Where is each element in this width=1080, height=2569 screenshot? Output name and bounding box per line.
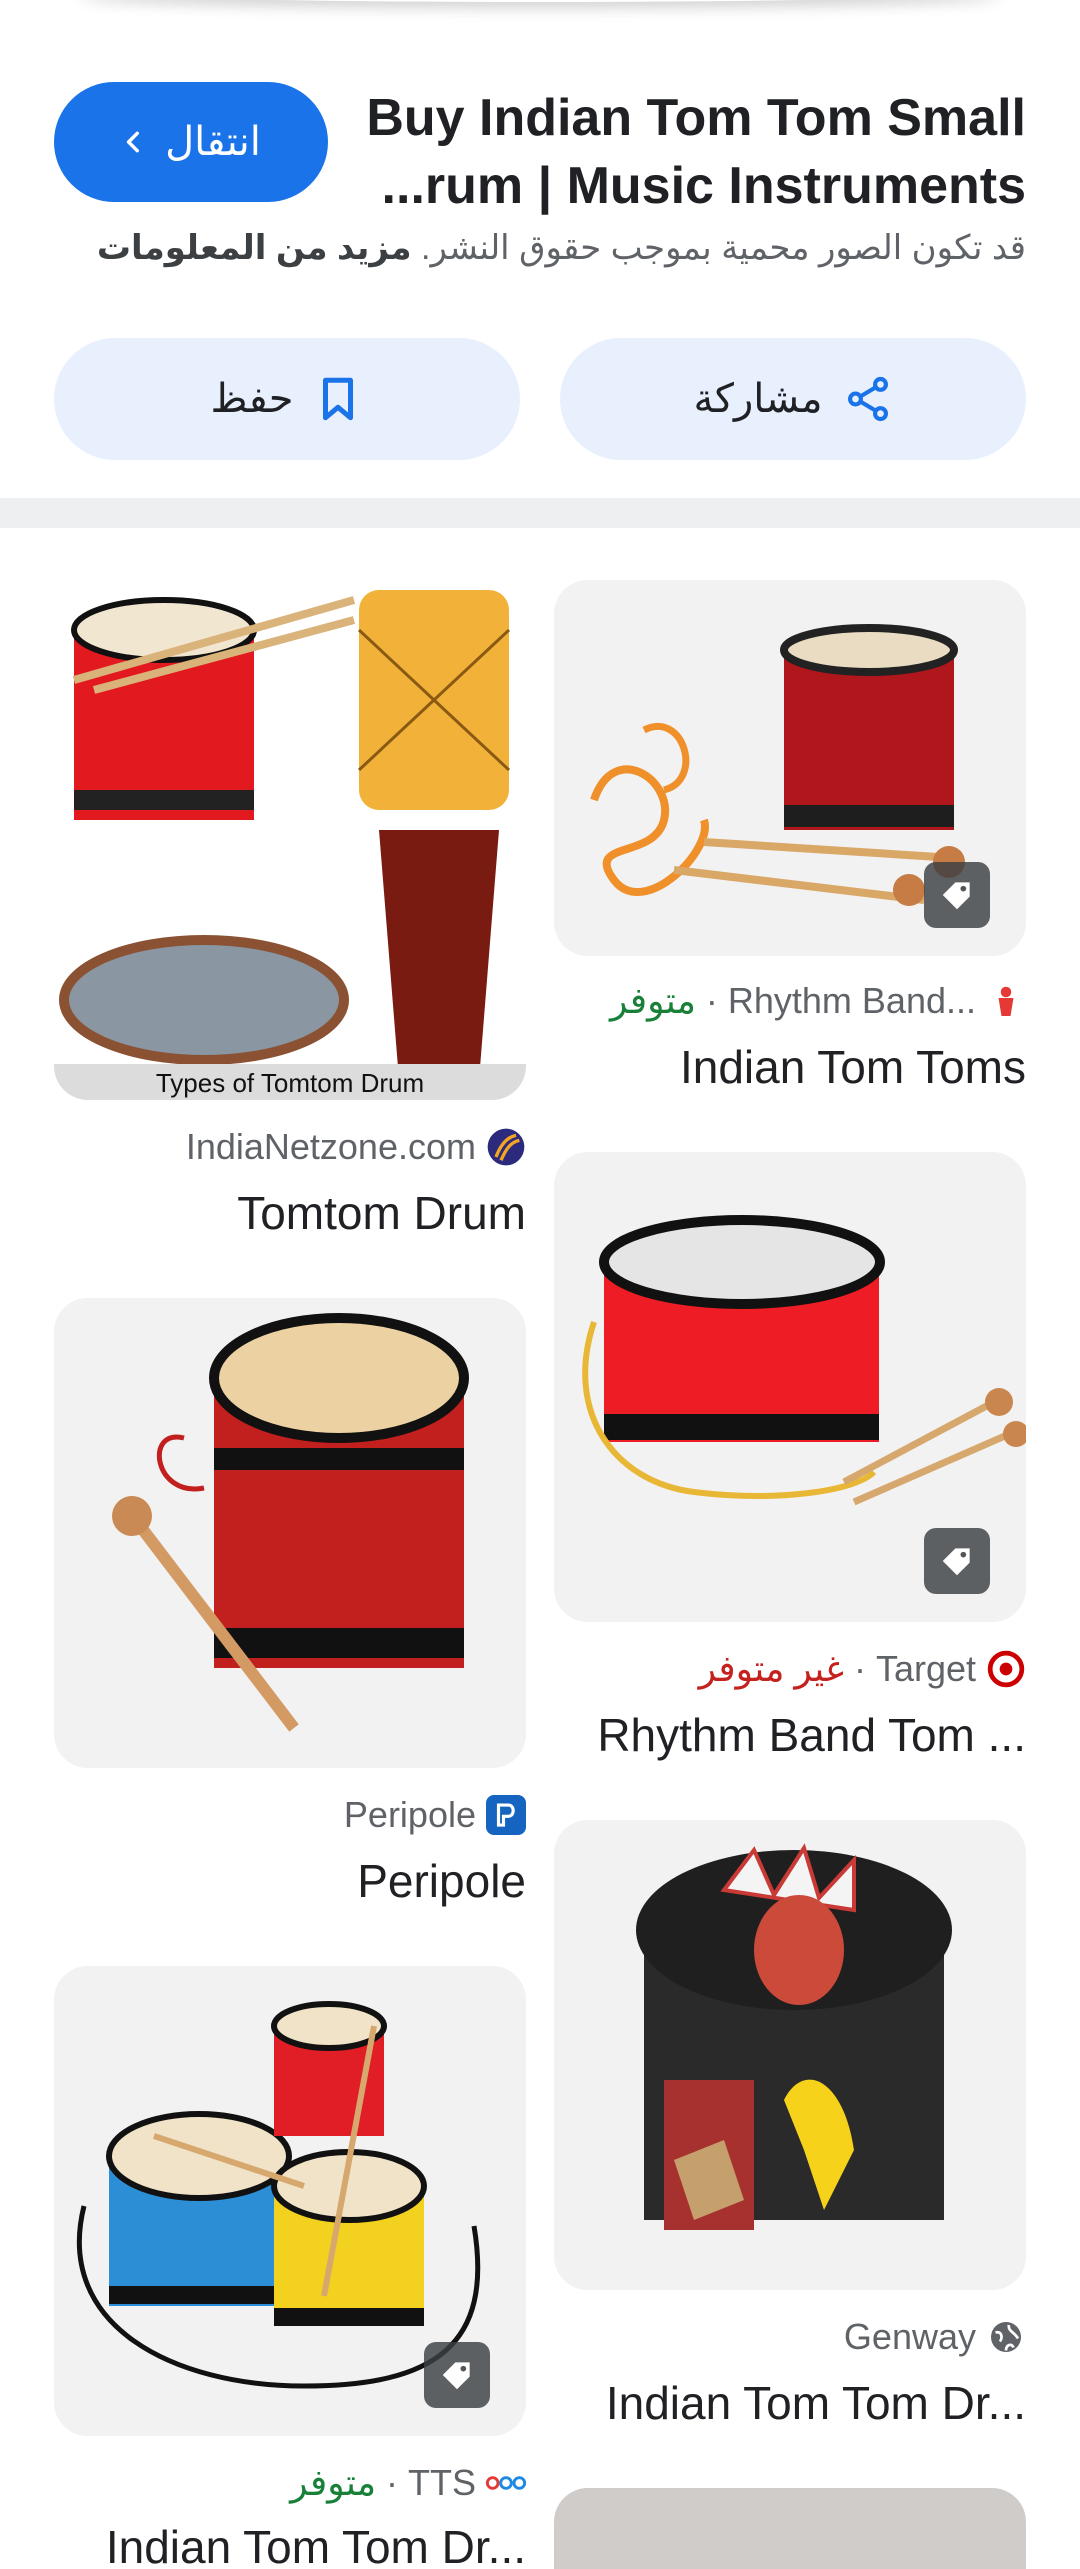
result-title[interactable]: Tomtom Drum	[54, 1186, 526, 1240]
indianetzone-icon	[486, 1127, 526, 1167]
source-name: Peripole	[343, 1794, 476, 1835]
section-divider	[0, 498, 1080, 528]
availability-text: متوفر	[290, 2462, 376, 2503]
separator-dot: ·	[853, 1648, 866, 1689]
result-source[interactable]: Peripole	[54, 1794, 526, 1836]
result-source[interactable]: IndiaNetzone.com	[54, 1126, 526, 1168]
price-tag-badge	[924, 862, 990, 928]
image-caption: Types of Tomtom Drum	[156, 1068, 424, 1098]
result-title[interactable]: Peripole	[54, 1854, 526, 1908]
result-source[interactable]: غير متوفر · Target	[554, 1648, 1026, 1690]
globe-icon	[986, 2317, 1026, 2357]
copyright-text: قد تكون الصور محمية بموجب حقوق النشر.	[421, 229, 1026, 267]
chevron-left-icon	[126, 131, 140, 153]
price-tag-icon	[942, 1548, 970, 1576]
result-image-tts[interactable]	[54, 1966, 526, 2436]
bookmark-icon	[323, 377, 354, 421]
share-icon	[847, 376, 888, 422]
result-title[interactable]: Indian Tom Toms	[554, 1040, 1026, 1094]
source-name: Target	[875, 1648, 976, 1689]
peripole-icon	[486, 1795, 526, 1835]
result-image-peripole[interactable]	[54, 1298, 526, 1768]
price-tag-badge	[424, 2342, 490, 2408]
tomtom-collage-image: Types of Tomtom Drum	[54, 580, 526, 1100]
page-title-line2: ...rum | Music Instruments	[381, 157, 1026, 215]
result-image-genway[interactable]	[554, 1820, 1026, 2290]
target-icon	[986, 1649, 1026, 1689]
result-title[interactable]: Indian Tom Tom Dr...	[554, 2376, 1026, 2430]
share-label: مشاركة	[693, 377, 823, 421]
copyright-notice: قد تكون الصور محمية بموجب حقوق النشر. مز…	[66, 228, 1026, 268]
separator-dot: ·	[386, 2462, 398, 2503]
rhythm-band-icon	[986, 981, 1026, 1021]
price-tag-icon	[942, 882, 970, 910]
result-image-target[interactable]	[554, 1152, 1026, 1622]
result-image-rhythm-band[interactable]	[554, 580, 1026, 956]
share-button[interactable]: مشاركة	[560, 338, 1026, 460]
painted-drum-image	[554, 1820, 1026, 2290]
top-sheet-edge	[80, 0, 1000, 2]
save-label: حفظ	[210, 377, 294, 421]
source-name: Genway	[843, 2316, 976, 2357]
result-source[interactable]: متوفر · TTS	[54, 2462, 526, 2504]
tts-icon	[486, 2463, 526, 2503]
source-name: Rhythm Band...	[727, 980, 976, 1021]
separator-dot: ·	[705, 980, 718, 1021]
visit-button[interactable]: انتقال	[54, 82, 328, 202]
red-tom-mallet-image	[54, 1298, 526, 1768]
result-image-partial[interactable]	[554, 2488, 1026, 2569]
result-source[interactable]: Genway	[554, 2316, 1026, 2358]
source-name: TTS	[408, 2462, 476, 2503]
availability-text: غير متوفر	[698, 1648, 844, 1689]
more-info-link[interactable]: مزيد من المعلومات	[97, 229, 412, 267]
visit-label: انتقال	[165, 120, 261, 164]
result-title[interactable]: Rhythm Band Tom ...	[554, 1708, 1026, 1762]
source-name: IndiaNetzone.com	[185, 1126, 476, 1167]
result-title[interactable]: Indian Tom Tom Dr...	[54, 2520, 526, 2569]
availability-text: متوفر	[610, 980, 696, 1021]
save-button[interactable]: حفظ	[54, 338, 520, 460]
result-source[interactable]: متوفر · Rhythm Band...	[554, 980, 1026, 1022]
price-tag-icon	[442, 2362, 470, 2390]
price-tag-badge	[924, 1528, 990, 1594]
result-image-indianetzone[interactable]: Types of Tomtom Drum	[54, 580, 526, 1100]
page-title[interactable]: Buy Indian Tom Tom Small ...rum | Music …	[366, 84, 1026, 220]
page-title-line1: Buy Indian Tom Tom Small	[366, 89, 1026, 147]
